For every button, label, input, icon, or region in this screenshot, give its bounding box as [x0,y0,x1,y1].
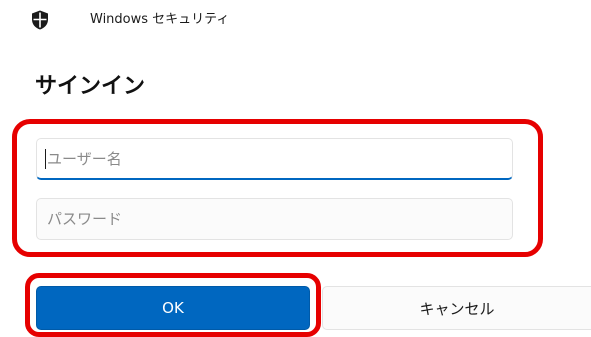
window-title: Windows セキュリティ [90,12,230,27]
cancel-button-label: キャンセル [419,299,495,318]
username-field[interactable] [36,138,513,180]
shield-icon [31,10,49,30]
ok-button[interactable]: OK [36,286,310,330]
password-field[interactable] [36,198,513,240]
cancel-button[interactable]: キャンセル [322,286,591,330]
ok-button-label: OK [162,299,184,317]
dialog-heading: サインイン [35,74,146,99]
text-caret [45,149,46,169]
